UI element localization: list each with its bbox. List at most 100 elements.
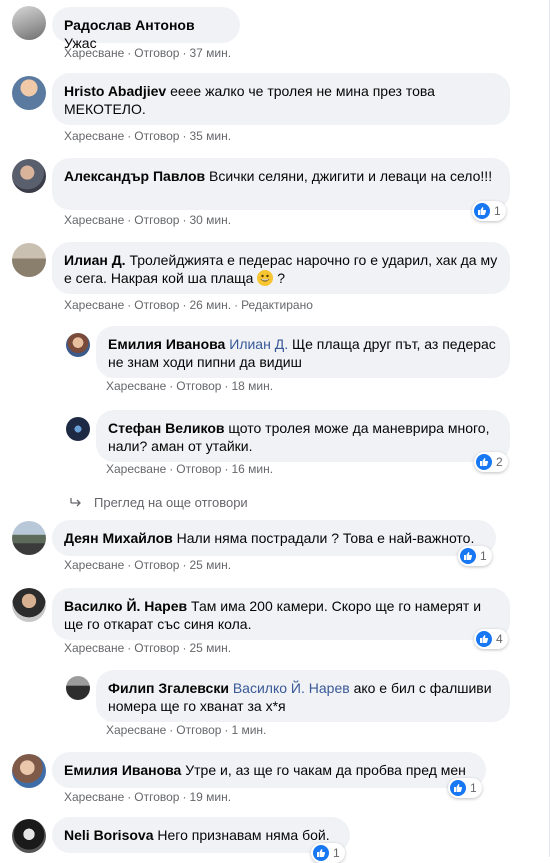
reaction-number: 4 xyxy=(496,632,503,646)
like-link[interactable]: Харесване xyxy=(64,558,124,572)
comment-actions: Харесване · Отговор · 37 мин. xyxy=(64,46,232,60)
comment-time[interactable]: 30 мин. xyxy=(189,213,231,227)
reply-link[interactable]: Отговор xyxy=(134,46,179,60)
comment-time[interactable]: 19 мин. xyxy=(189,790,231,804)
comment-bubble: Илиан Д. Тролейджията е педерас нарочно … xyxy=(52,242,510,294)
like-link[interactable]: Харесване xyxy=(106,379,166,393)
comment-time[interactable]: 25 мин. xyxy=(189,558,231,572)
view-more-replies[interactable]: Преглед на още отговори xyxy=(70,495,248,510)
comment-time[interactable]: 25 мин. xyxy=(189,641,231,655)
comment-time[interactable]: 16 мин. xyxy=(231,462,273,476)
reply-link[interactable]: Отговор xyxy=(134,790,179,804)
comment-time[interactable]: 37 мин. xyxy=(189,46,231,60)
avatar[interactable] xyxy=(66,676,90,700)
reaction-number: 1 xyxy=(494,204,501,218)
avatar[interactable] xyxy=(66,417,90,441)
comment-bubble: Neli Borisova Него признавам няма бой. xyxy=(52,817,350,853)
like-icon xyxy=(476,454,492,470)
reply-bubble: Стефан Великов щото тролея може да манев… xyxy=(96,410,510,462)
comment-actions: Харесване · Отговор · 1 мин. xyxy=(106,723,267,737)
avatar[interactable] xyxy=(12,521,46,555)
reply-bubble: Емилия Иванова Илиан Д. Ще плаща друг пъ… xyxy=(96,326,510,378)
like-link[interactable]: Харесване xyxy=(64,213,124,227)
reply-link[interactable]: Отговор xyxy=(176,723,221,737)
comment-bubble: Деян Михайлов Нали няма пострадали ? Тов… xyxy=(52,520,496,556)
mention-link[interactable]: Илиан Д. xyxy=(229,336,288,352)
reply-link[interactable]: Отговор xyxy=(176,379,221,393)
comment-actions: Харесване · Отговор · 26 мин. · Редактирано xyxy=(64,298,313,312)
comments-panel: Радослав Антонов Ужас Харесване · Отговор ·… xyxy=(0,0,550,863)
comment-text: Него признавам няма бой. xyxy=(157,827,330,843)
comment-time[interactable]: 18 мин. xyxy=(231,379,273,393)
comment-author[interactable]: Емилия Иванова xyxy=(64,762,181,778)
comment-author[interactable]: Филип Згалевски xyxy=(108,680,229,696)
avatar[interactable] xyxy=(12,76,46,110)
reply-arrow-icon xyxy=(70,495,86,510)
avatar[interactable] xyxy=(12,819,46,853)
comment-actions: Харесване · Отговор · 16 мин. xyxy=(106,462,274,476)
comment-author[interactable]: Александър Павлов xyxy=(64,168,205,184)
like-link[interactable]: Харесване xyxy=(64,298,124,312)
like-icon xyxy=(460,548,476,564)
reply-link[interactable]: Отговор xyxy=(134,129,179,143)
comment-actions: Харесване · Отговор · 35 мин. xyxy=(64,129,232,143)
like-icon xyxy=(450,780,466,796)
reply-link[interactable]: Отговор xyxy=(134,213,179,227)
mention-link[interactable]: Василко Й. Нарев xyxy=(233,680,350,696)
avatar[interactable] xyxy=(12,159,46,193)
comment-text: Всички селяни, джигити и леваци на село!… xyxy=(209,168,493,184)
comment-author[interactable]: Радослав Антонов xyxy=(64,17,195,33)
comment-author[interactable]: Деян Михайлов xyxy=(64,530,173,546)
reply-link[interactable]: Отговор xyxy=(134,558,179,572)
comment-bubble: Александър Павлов Всички селяни, джигити… xyxy=(52,158,510,210)
reply-bubble: Филип Згалевски Василко Й. Нарев ако е б… xyxy=(96,670,510,722)
comment-author[interactable]: Hristo Abadjiev xyxy=(64,83,166,99)
reaction-count[interactable]: 2 xyxy=(474,452,508,472)
reaction-count[interactable]: 1 xyxy=(472,201,506,221)
comment-author[interactable]: Neli Borisova xyxy=(64,827,153,843)
avatar[interactable] xyxy=(12,6,46,40)
avatar[interactable] xyxy=(12,754,46,788)
comment-bubble: Василко Й. Нарев Там има 200 камери. Ско… xyxy=(52,588,510,640)
like-link[interactable]: Харесване xyxy=(64,790,124,804)
reaction-count[interactable]: 4 xyxy=(474,629,508,649)
like-link[interactable]: Харесване xyxy=(64,46,124,60)
edited-label: Редактирано xyxy=(241,298,313,312)
reply-link[interactable]: Отговор xyxy=(134,298,179,312)
like-icon xyxy=(474,203,490,219)
comment-author[interactable]: Василко Й. Нарев xyxy=(64,598,187,614)
comment-time[interactable]: 1 мин. xyxy=(231,723,266,737)
comment-actions: Харесване · Отговор · 30 мин. xyxy=(64,213,232,227)
reply-link[interactable]: Отговор xyxy=(134,641,179,655)
comment-actions: Харесване · Отговор · 18 мин. xyxy=(106,379,274,393)
reply-link[interactable]: Отговор xyxy=(176,462,221,476)
comment-author[interactable]: Стефан Великов xyxy=(108,420,225,436)
like-icon xyxy=(476,631,492,647)
reaction-number: 1 xyxy=(480,549,487,563)
comment-time[interactable]: 35 мин. xyxy=(189,129,231,143)
comment-author[interactable]: Илиан Д. xyxy=(64,252,126,268)
like-icon xyxy=(313,845,329,861)
comment-bubble: Радослав Антонов Ужас xyxy=(52,7,240,51)
reaction-number: 1 xyxy=(470,781,477,795)
reaction-count[interactable]: 1 xyxy=(448,778,482,798)
like-link[interactable]: Харесване xyxy=(64,641,124,655)
reaction-number: 1 xyxy=(333,846,340,860)
reaction-count[interactable]: 1 xyxy=(458,546,492,566)
reaction-count[interactable]: 1 xyxy=(311,843,345,863)
like-link[interactable]: Харесване xyxy=(106,723,166,737)
like-link[interactable]: Харесване xyxy=(64,129,124,143)
view-more-label: Преглед на още отговори xyxy=(94,495,248,510)
comment-actions: Харесване · Отговор · 25 мин. xyxy=(64,558,232,572)
like-link[interactable]: Харесване xyxy=(106,462,166,476)
comment-text: Утре и, аз ще го чакам да пробва пред ме… xyxy=(185,762,466,778)
avatar[interactable] xyxy=(66,333,90,357)
comment-text-end: ? xyxy=(273,270,285,286)
avatar[interactable] xyxy=(12,243,46,277)
reaction-number: 2 xyxy=(496,455,503,469)
avatar[interactable] xyxy=(12,588,46,622)
comment-bubble: Hristo Abadjiev ееее жалко че тролея не … xyxy=(52,73,510,125)
comment-actions: Харесване · Отговор · 19 мин. xyxy=(64,790,232,804)
comment-author[interactable]: Емилия Иванова xyxy=(108,336,225,352)
comment-time[interactable]: 26 мин. xyxy=(189,298,231,312)
